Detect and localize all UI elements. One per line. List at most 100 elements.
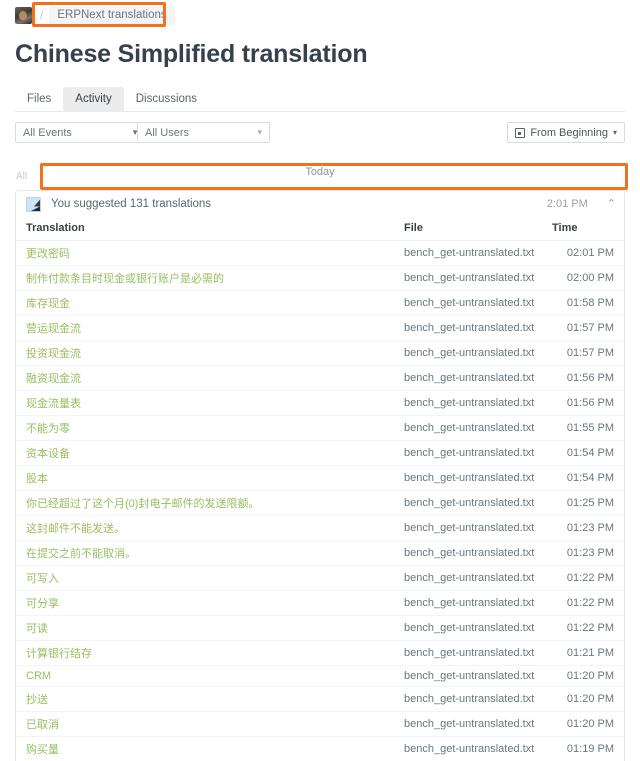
cell-file: bench_get-untranslated.txt [404,315,552,341]
cell-time: 01:55 PM [552,415,624,441]
cell-time: 01:54 PM [552,440,624,466]
table-row: 现金流量表 bench_get-untranslated.txt 01:56 PM [16,390,624,416]
cell-translation: 抄送 [16,686,404,712]
activity-card: You suggested 131 translations 2:01 PM ⌃… [15,190,625,761]
translation-link[interactable]: 在提交之前不能取消。 [26,548,136,560]
table-row: 更改密码 bench_get-untranslated.txt 02:01 PM [16,240,624,266]
cell-time: 01:23 PM [552,540,624,566]
translation-link[interactable]: 股本 [26,473,48,485]
cell-file: bench_get-untranslated.txt [404,290,552,316]
cell-translation: CRM [16,665,404,687]
cell-file: bench_get-untranslated.txt [404,415,552,441]
cell-file: bench_get-untranslated.txt [404,440,552,466]
tab-discussions[interactable]: Discussions [124,87,209,112]
translation-link[interactable]: 投资现金流 [26,348,81,360]
filter-bar: All Events ▼ All Users ▾ From Beginning … [15,122,625,144]
tab-activity[interactable]: Activity [63,87,124,112]
table-row: 营运现金流 bench_get-untranslated.txt 01:57 PM [16,315,624,341]
breadcrumb: / ERPNext translations [0,0,640,30]
cell-translation: 融资现金流 [16,365,404,391]
cell-translation: 这封邮件不能发送。 [16,515,404,541]
cell-time: 01:20 PM [552,665,624,687]
cell-translation: 在提交之前不能取消。 [16,540,404,566]
translation-link[interactable]: 可分享 [26,598,59,610]
cell-translation: 制作付款条目时现金或银行账户是必需的 [16,265,404,291]
table-row: CRM bench_get-untranslated.txt 01:20 PM [16,665,624,687]
table-header-row: Translation File Time [16,217,624,241]
table-row: 库存现金 bench_get-untranslated.txt 01:58 PM [16,290,624,316]
timeline-all-label: All [16,171,28,182]
cell-time: 01:22 PM [552,565,624,591]
cell-time: 01:22 PM [552,590,624,616]
cell-translation: 现金流量表 [16,390,404,416]
cell-file: bench_get-untranslated.txt [404,265,552,291]
cell-file: bench_get-untranslated.txt [404,490,552,516]
date-range-button[interactable]: From Beginning ▾ [507,122,625,143]
column-header-translation: Translation [16,217,404,241]
page-title: Chinese Simplified translation [15,40,368,68]
day-divider: Today [305,166,335,178]
translation-link[interactable]: CRM [26,670,51,682]
page-root: / ERPNext translations Chinese Simplifie… [0,0,640,761]
translation-link[interactable]: 购买量 [26,744,59,756]
users-filter-select[interactable]: All Users ▾ [137,122,270,143]
cell-time: 01:58 PM [552,290,624,316]
translation-link[interactable]: 可写入 [26,573,59,585]
table-row: 股本 bench_get-untranslated.txt 01:54 PM [16,465,624,491]
cell-time: 01:56 PM [552,365,624,391]
column-header-file: File [404,217,552,241]
cell-time: 01:57 PM [552,340,624,366]
date-range-label: From Beginning [530,126,608,139]
breadcrumb-link-erpnext-translations[interactable]: ERPNext translations [49,5,175,25]
table-row: 计算银行结存 bench_get-untranslated.txt 01:21 PM [16,640,624,666]
translation-link[interactable]: 这封邮件不能发送。 [26,523,125,535]
cell-file: bench_get-untranslated.txt [404,736,552,761]
chevron-up-icon[interactable]: ⌃ [607,198,616,210]
cell-time: 01:25 PM [552,490,624,516]
cell-translation: 已取消 [16,711,404,737]
translation-link[interactable]: 抄送 [26,694,48,706]
translation-link[interactable]: 计算银行结存 [26,648,92,660]
translation-link[interactable]: 营运现金流 [26,323,81,335]
translation-link[interactable]: 更改密码 [26,248,70,260]
translations-table: Translation File Time 更改密码 bench_get-untr… [16,217,624,761]
cell-translation: 可分享 [16,590,404,616]
cell-file: bench_get-untranslated.txt [404,711,552,737]
column-header-time: Time [552,217,624,241]
cell-time: 01:56 PM [552,390,624,416]
cell-file: bench_get-untranslated.txt [404,540,552,566]
translation-link[interactable]: 融资现金流 [26,373,81,385]
cell-translation: 购买量 [16,736,404,761]
translation-link[interactable]: 可读 [26,623,48,635]
table-row: 抄送 bench_get-untranslated.txt 01:20 PM [16,686,624,712]
events-filter-select[interactable]: All Events ▼ [15,122,147,143]
tab-bar: Files Activity Discussions [15,87,625,112]
table-row: 可读 bench_get-untranslated.txt 01:22 PM [16,615,624,641]
cell-time: 01:54 PM [552,465,624,491]
table-row: 购买量 bench_get-untranslated.txt 01:19 PM [16,736,624,761]
activity-time: 2:01 PM [546,198,588,210]
cell-translation: 股本 [16,465,404,491]
cell-file: bench_get-untranslated.txt [404,665,552,687]
cell-file: bench_get-untranslated.txt [404,565,552,591]
translation-link[interactable]: 不能为零 [26,423,70,435]
translation-file-icon [26,196,41,212]
translation-link[interactable]: 你已经超过了这个月(0)封电子邮件的发送限额。 [26,498,259,510]
table-row: 融资现金流 bench_get-untranslated.txt 01:56 PM [16,365,624,391]
cell-translation: 投资现金流 [16,340,404,366]
table-row: 可分享 bench_get-untranslated.txt 01:22 PM [16,590,624,616]
translation-link[interactable]: 现金流量表 [26,398,81,410]
translation-link[interactable]: 资本设备 [26,448,70,460]
translation-link[interactable]: 制作付款条目时现金或银行账户是必需的 [26,273,224,285]
cell-file: bench_get-untranslated.txt [404,686,552,712]
activity-header[interactable]: You suggested 131 translations 2:01 PM ⌃ [16,191,624,217]
table-row: 制作付款条目时现金或银行账户是必需的 bench_get-untranslated… [16,265,624,291]
users-filter-value: All Users [145,126,190,139]
chevron-down-icon: ▾ [612,128,617,137]
translation-link[interactable]: 已取消 [26,719,59,731]
tab-files[interactable]: Files [15,87,63,112]
calendar-icon [515,127,526,138]
translation-link[interactable]: 库存现金 [26,298,70,310]
table-row: 不能为零 bench_get-untranslated.txt 01:55 PM [16,415,624,441]
table-row: 在提交之前不能取消。 bench_get-untranslated.txt 01:2… [16,540,624,566]
